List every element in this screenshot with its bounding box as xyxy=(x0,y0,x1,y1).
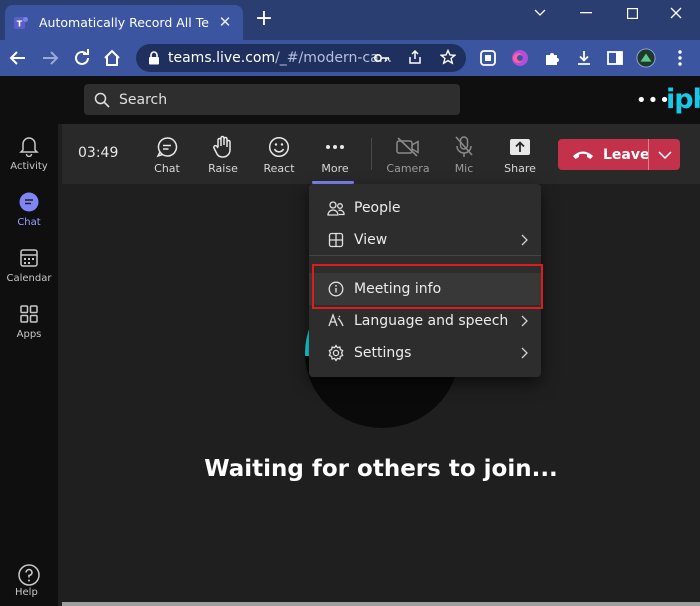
chevron-right-icon xyxy=(518,347,530,359)
control-label: More xyxy=(321,162,349,175)
calendar-icon xyxy=(17,246,41,270)
camera-off-icon xyxy=(395,134,421,160)
chat-bubble-icon xyxy=(154,134,180,160)
rail-label: Chat xyxy=(17,217,41,228)
ellipsis-icon xyxy=(322,134,348,160)
rail-label: Apps xyxy=(16,329,42,340)
menu-item-view[interactable]: View xyxy=(309,224,541,256)
control-label: Camera xyxy=(386,162,430,175)
chevron-right-icon xyxy=(518,234,530,246)
reload-icon[interactable] xyxy=(70,46,94,70)
view-grid-icon xyxy=(327,231,345,249)
back-arrow-icon[interactable] xyxy=(6,46,30,70)
chevron-right-icon xyxy=(518,315,530,327)
menu-item-settings[interactable]: Settings xyxy=(309,337,541,369)
meeting-info-highlight xyxy=(312,264,543,309)
react-button[interactable]: React xyxy=(254,134,304,180)
menu-item-label: Settings xyxy=(354,345,412,361)
side-panel-icon[interactable] xyxy=(605,48,625,68)
extension-screenshot-icon[interactable] xyxy=(478,48,498,68)
browser-toolbar: teams.live.com/_#/modern-ca... xyxy=(0,40,700,76)
waiting-message: Waiting for others to join... xyxy=(204,456,558,482)
chevron-down-icon[interactable] xyxy=(520,2,560,24)
download-icon[interactable] xyxy=(574,48,594,68)
help-label: Help xyxy=(15,587,38,598)
control-label: Share xyxy=(504,162,536,175)
url-text: teams.live.com/_#/modern-ca... xyxy=(168,50,393,66)
call-control-bar: 03:49 Chat Raise React More Camera Mic S… xyxy=(62,124,700,184)
help-icon[interactable] xyxy=(17,563,41,587)
toolbar-divider xyxy=(371,138,372,170)
share-screen-icon xyxy=(507,134,533,160)
control-label: Mic xyxy=(454,162,474,175)
control-label: Chat xyxy=(154,162,180,175)
menu-item-language-and-speech[interactable]: Language and speech xyxy=(309,305,541,337)
gear-icon xyxy=(327,344,345,362)
brand-logo: iph xyxy=(666,84,700,115)
menu-item-label: People xyxy=(354,200,401,216)
menu-item-label: View xyxy=(354,232,388,248)
raise-hand-button[interactable]: Raise xyxy=(198,134,248,180)
control-label: React xyxy=(263,162,295,175)
tab-close-icon[interactable]: ✕ xyxy=(217,14,233,30)
chat-button[interactable]: Chat xyxy=(142,134,192,180)
teams-header: Search ••• iph xyxy=(0,76,700,124)
menu-item-people[interactable]: People xyxy=(309,192,541,224)
camera-button[interactable]: Camera xyxy=(383,134,433,180)
people-icon xyxy=(327,199,345,217)
svg-text:T: T xyxy=(17,19,23,28)
phone-hangup-icon xyxy=(572,149,594,161)
browser-tabstrip: T Automatically Record All Teams M ✕ + xyxy=(0,0,700,40)
call-timer: 03:49 xyxy=(78,145,119,161)
rail-label: Calendar xyxy=(6,273,52,284)
smiley-icon xyxy=(266,134,292,160)
forward-arrow-icon[interactable] xyxy=(38,46,62,70)
share-button[interactable]: Share xyxy=(495,134,545,180)
new-tab-button[interactable]: + xyxy=(252,8,276,32)
share-page-icon[interactable] xyxy=(407,49,423,65)
star-icon[interactable] xyxy=(440,49,456,65)
menu-divider xyxy=(309,255,541,256)
leave-label: Leave xyxy=(603,146,650,163)
minimize-icon[interactable] xyxy=(566,2,606,24)
leave-button[interactable]: Leave xyxy=(558,139,650,170)
rail-item-apps[interactable]: Apps xyxy=(0,302,58,356)
leave-button-group: Leave xyxy=(558,139,680,170)
language-icon xyxy=(327,312,345,330)
chevron-down-icon xyxy=(657,150,672,159)
rail-label: Activity xyxy=(10,161,48,172)
bell-icon xyxy=(17,134,41,158)
more-button[interactable]: More xyxy=(310,134,360,180)
mic-off-icon xyxy=(451,134,477,160)
search-placeholder: Search xyxy=(119,91,168,108)
profile-avatar-icon[interactable] xyxy=(636,48,656,68)
home-icon[interactable] xyxy=(100,46,124,70)
window-close-icon[interactable] xyxy=(656,2,696,24)
browser-menu-icon[interactable] xyxy=(670,48,690,68)
rail-item-activity[interactable]: Activity xyxy=(0,134,58,188)
teams-favicon-icon: T xyxy=(13,15,29,31)
app-rail: Activity Chat Calendar Apps xyxy=(0,124,58,606)
key-icon[interactable] xyxy=(374,50,390,66)
chat-icon xyxy=(17,190,41,214)
hand-icon xyxy=(210,134,236,160)
search-icon xyxy=(94,92,110,108)
menu-item-label: Language and speech xyxy=(354,313,509,329)
browser-tab[interactable]: T Automatically Record All Teams M ✕ xyxy=(5,5,243,40)
mic-button[interactable]: Mic xyxy=(439,134,489,180)
leave-options-button[interactable] xyxy=(649,139,680,170)
puzzle-icon[interactable] xyxy=(542,48,562,68)
tab-title: Automatically Record All Teams M xyxy=(39,15,209,30)
extension-color-icon[interactable] xyxy=(510,48,530,68)
bottom-scroll-edge xyxy=(62,602,700,606)
maximize-icon[interactable] xyxy=(612,2,652,24)
rail-item-chat[interactable]: Chat xyxy=(0,190,58,244)
rail-item-calendar[interactable]: Calendar xyxy=(0,246,58,300)
apps-icon xyxy=(17,302,41,326)
lock-icon xyxy=(148,51,160,65)
control-label: Raise xyxy=(208,162,238,175)
search-input[interactable]: Search xyxy=(84,84,460,115)
